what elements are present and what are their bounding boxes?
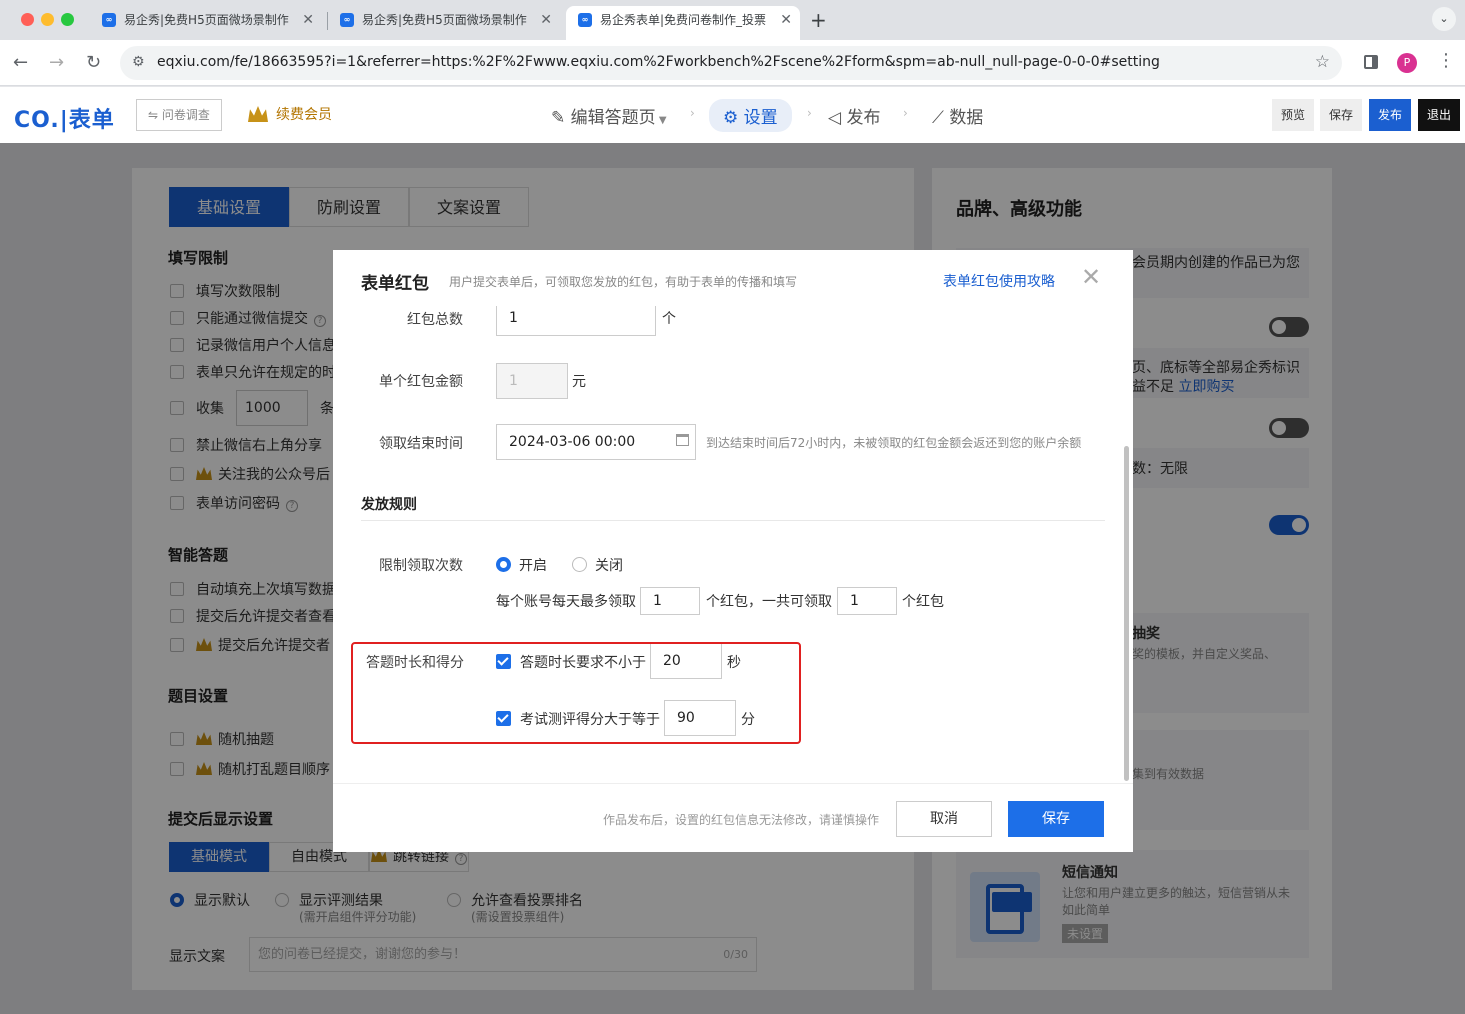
preview-button[interactable]: 预览 (1272, 99, 1315, 131)
step-label: 设置 (743, 108, 778, 128)
forward-arrow-icon[interactable]: → (49, 52, 64, 74)
browser-tab-strip: ∞ 易企秀|免费H5页面微场景制作 ✕ ∞ 易企秀|免费H5页面微场景制作 ✕ … (0, 0, 1465, 40)
total-count-unit: 个 (662, 311, 676, 327)
amount-unit: 元 (572, 374, 586, 390)
survey-tag-label: 问卷调查 (161, 108, 210, 122)
publish-button[interactable]: 发布 (1369, 99, 1412, 131)
gear-icon: ⚙ (723, 108, 744, 128)
close-window-button[interactable] (21, 13, 34, 26)
end-time-value: 2024-03-06 00:00 (509, 434, 636, 450)
step-settings[interactable]: ⚙ 设置 (709, 99, 792, 132)
browser-tab-3-active[interactable]: ∞ 易企秀表单|免费问卷制作_投票 ✕ (566, 6, 800, 40)
profile-avatar[interactable]: P (1397, 53, 1417, 73)
modal-subtitle: 用户提交表单后，可领取您发放的红包，有助于表单的传播和填写 (449, 275, 798, 289)
bookmark-star-icon[interactable]: ☆ (1315, 52, 1330, 72)
browser-tab-1[interactable]: ∞ 易企秀|免费H5页面微场景制作 ✕ (90, 6, 322, 40)
save-button[interactable]: 保存 (1008, 801, 1104, 837)
close-tab-icon[interactable]: ✕ (780, 6, 792, 34)
header-save-button[interactable]: 保存 (1320, 99, 1363, 131)
side-panel-icon[interactable] (1364, 55, 1378, 69)
chart-icon: ⟋ (932, 108, 950, 128)
step-arrow-icon: › (690, 106, 695, 120)
radio-label: 关闭 (595, 558, 623, 574)
total-count-label: 红包总数 (407, 312, 463, 328)
highlight-annotation-box (351, 642, 801, 744)
step-label: 数据 (949, 108, 984, 128)
step-publish[interactable]: ◁ 发布 (828, 103, 880, 128)
tab-title: 易企秀|免费H5页面微场景制作 (124, 13, 289, 27)
limit-on-radio[interactable]: 开启 (496, 555, 547, 575)
back-arrow-icon[interactable]: ← (13, 52, 28, 74)
end-time-hint: 到达结束时间后72小时内，未被领取的红包金额会返还到您的账户余额 (706, 436, 1082, 450)
browser-tab-2[interactable]: ∞ 易企秀|免费H5页面微场景制作 ✕ (328, 6, 560, 40)
total-limit-input[interactable]: 1 (837, 587, 897, 615)
step-label: 编辑答题页 (570, 108, 656, 128)
footer-hint: 作品发布后，设置的红包信息无法修改，请谨慎操作 (603, 813, 880, 827)
tab-title: 易企秀表单|免费问卷制作_投票 (600, 13, 767, 27)
chevron-down-icon: ▼ (655, 115, 667, 126)
step-edit-page[interactable]: ✎ 编辑答题页 ▼ (551, 103, 667, 128)
amount-input: 1 (496, 363, 568, 399)
eqxiu-favicon-icon: ∞ (578, 13, 592, 27)
survey-type-tag[interactable]: ⇋ 问卷调查 (136, 99, 222, 131)
renew-vip-button[interactable]: 续费会员 (248, 104, 332, 124)
step-arrow-icon: › (807, 106, 812, 120)
close-tab-icon[interactable]: ✕ (302, 6, 314, 34)
address-bar[interactable]: ⚙ eqxiu.com/fe/18663595?i=1&referrer=htt… (120, 46, 1342, 80)
radio-label: 开启 (519, 558, 547, 574)
step-label: 发布 (846, 108, 881, 128)
eqxiu-favicon-icon: ∞ (340, 13, 354, 27)
limit-off-radio[interactable]: 关闭 (572, 555, 623, 575)
daily-limit-input[interactable]: 1 (640, 587, 700, 615)
daily-limit-prefix: 每个账号每天最多领取 (496, 594, 636, 610)
send-icon: ◁ (828, 108, 847, 128)
app-logo[interactable]: CO.|表单 (14, 102, 115, 134)
edit-icon: ✎ (551, 108, 571, 128)
section-divider (361, 520, 1105, 521)
radio[interactable] (572, 557, 587, 572)
browser-menu-icon[interactable]: ⋮ (1437, 50, 1455, 71)
end-time-label: 领取结束时间 (379, 436, 463, 452)
cancel-button[interactable]: 取消 (896, 801, 992, 837)
new-tab-plus-icon[interactable]: + (810, 6, 827, 34)
limit-label: 限制领取次数 (379, 558, 463, 574)
daily-limit-mid: 个红包，一共可领取 (706, 594, 832, 610)
close-icon[interactable]: ✕ (1081, 265, 1101, 289)
app-header: CO.|表单 ⇋ 问卷调查 续费会员 ✎ 编辑答题页 ▼ › ⚙ 设置 › ◁ … (0, 87, 1465, 143)
tab-title: 易企秀|免费H5页面微场景制作 (362, 13, 527, 27)
crown-icon (248, 106, 268, 122)
modal-scrollbar[interactable] (1124, 446, 1129, 781)
minimize-window-button[interactable] (41, 13, 54, 26)
amount-label: 单个红包金额 (379, 374, 463, 390)
modal-footer: 作品发布后，设置的红包信息无法修改，请谨慎操作 取消 保存 (333, 783, 1133, 852)
step-data[interactable]: ⟋ 数据 (932, 103, 983, 128)
modal-title: 表单红包 (361, 274, 429, 294)
total-count-input[interactable]: 1 (496, 306, 656, 336)
close-tab-icon[interactable]: ✕ (540, 6, 552, 34)
radio-selected[interactable] (496, 557, 511, 572)
exit-button[interactable]: 退出 (1418, 99, 1461, 131)
total-limit-suffix: 个红包 (902, 594, 944, 610)
url-text[interactable]: eqxiu.com/fe/18663595?i=1&referrer=https… (157, 54, 1160, 70)
calendar-icon[interactable] (676, 434, 689, 446)
site-settings-icon[interactable]: ⚙ (132, 54, 145, 70)
step-arrow-icon: › (903, 106, 908, 120)
red-packet-modal: 表单红包 用户提交表单后，可领取您发放的红包，有助于表单的传播和填写 表单红包使… (333, 250, 1133, 852)
browser-toolbar: ← → ↻ ⚙ eqxiu.com/fe/18663595?i=1&referr… (0, 40, 1465, 86)
maximize-window-button[interactable] (61, 13, 74, 26)
swap-icon: ⇋ (148, 108, 162, 122)
rules-section-title: 发放规则 (361, 497, 417, 513)
guide-link[interactable]: 表单红包使用攻略 (943, 271, 1055, 291)
reload-icon[interactable]: ↻ (86, 52, 101, 74)
end-time-picker[interactable]: 2024-03-06 00:00 (496, 424, 696, 460)
vip-label: 续费会员 (276, 107, 332, 123)
eqxiu-favicon-icon: ∞ (102, 13, 116, 27)
tab-search-chevron-icon[interactable]: ⌄ (1432, 7, 1456, 31)
